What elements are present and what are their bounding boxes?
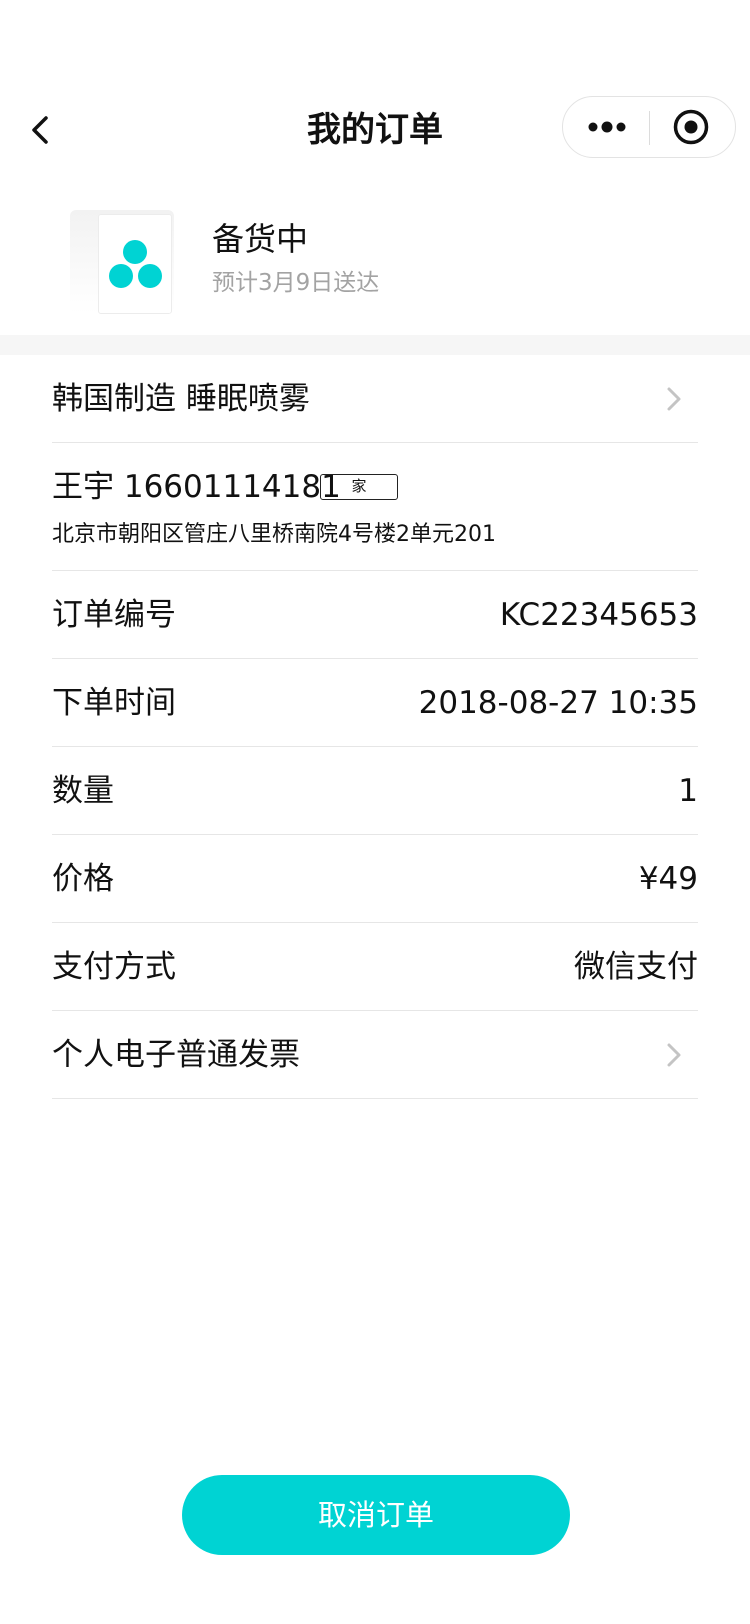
- product-box-image: [98, 214, 172, 314]
- three-dots-logo-icon: [109, 240, 162, 288]
- product-name: 韩国制造 睡眠喷雾: [52, 381, 310, 417]
- chevron-right-icon: [667, 1043, 681, 1067]
- close-mini-program-button[interactable]: [650, 97, 736, 157]
- chevron-right-icon: [667, 387, 681, 411]
- section-divider: [0, 335, 750, 355]
- target-circle-icon: [673, 109, 709, 145]
- price-label: 价格: [52, 861, 114, 897]
- navigation-bar: 我的订单: [0, 80, 750, 180]
- order-status-header: 备货中 预计3月9日送达: [0, 200, 750, 335]
- address-line: 北京市朝阳区管庄八里桥南院4号楼2单元201: [52, 522, 496, 547]
- order-number-value: KC22345653: [499, 597, 698, 633]
- order-time-row: 下单时间 2018-08-27 10:35: [52, 659, 698, 747]
- price-row: 价格 ¥49: [52, 835, 698, 923]
- more-dots-icon: [588, 121, 626, 133]
- order-status: 备货中: [212, 220, 309, 258]
- invoice-row[interactable]: 个人电子普通发票: [52, 1011, 698, 1099]
- quantity-row: 数量 1: [52, 747, 698, 835]
- payment-method-label: 支付方式: [52, 949, 176, 985]
- product-thumbnail: [70, 210, 174, 314]
- order-detail-list: 韩国制造 睡眠喷雾 王宇 16601114181 家 北京市朝阳区管庄八里桥南院…: [52, 355, 698, 1099]
- order-time-value: 2018-08-27 10:35: [418, 685, 698, 721]
- order-time-label: 下单时间: [52, 685, 176, 721]
- mini-program-capsule: [562, 96, 736, 158]
- price-value: ¥49: [638, 861, 698, 897]
- more-button[interactable]: [563, 97, 649, 157]
- cancel-order-button[interactable]: 取消订单: [182, 1475, 570, 1555]
- recipient-name-phone: 王宇 16601114181: [52, 469, 341, 505]
- invoice-label: 个人电子普通发票: [52, 1037, 300, 1073]
- shipping-address-row: 王宇 16601114181 家 北京市朝阳区管庄八里桥南院4号楼2单元201: [52, 443, 698, 571]
- quantity-label: 数量: [52, 773, 114, 809]
- payment-method-row: 支付方式 微信支付: [52, 923, 698, 1011]
- delivery-eta: 预计3月9日送达: [212, 270, 380, 296]
- payment-method-value: 微信支付: [574, 949, 698, 985]
- quantity-value: 1: [678, 773, 698, 809]
- address-tag-badge: 家: [320, 474, 398, 500]
- product-row[interactable]: 韩国制造 睡眠喷雾: [52, 355, 698, 443]
- order-number-row: 订单编号 KC22345653: [52, 571, 698, 659]
- order-number-label: 订单编号: [52, 597, 176, 633]
